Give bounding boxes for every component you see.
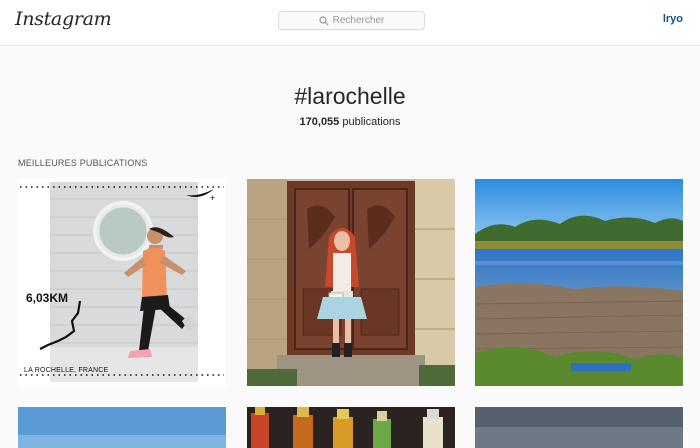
post-thumbnail-sky[interactable] — [18, 407, 226, 448]
svg-text:+: + — [210, 193, 215, 203]
instagram-logo[interactable]: Instagram — [15, 8, 112, 30]
hashtag-title: #larochelle — [294, 83, 406, 109]
post-thumbnail-night[interactable] — [475, 407, 683, 448]
distance-overlay: 6,03KM — [26, 291, 69, 305]
landscape-photo — [475, 179, 683, 386]
sky-photo — [18, 407, 226, 448]
search-placeholder: Rechercher — [332, 15, 385, 26]
night-photo — [475, 407, 683, 448]
post-thumbnail-bottles[interactable] — [247, 407, 455, 448]
door-photo — [247, 179, 455, 386]
bottles-photo — [247, 407, 455, 448]
search-icon — [319, 15, 329, 25]
location-overlay: LA ROCHELLE, FRANCE — [24, 367, 109, 374]
post-thumbnail-landscape[interactable] — [475, 179, 683, 386]
post-count-number: 170,055 — [299, 116, 340, 128]
post-thumbnail-runner[interactable]: + 6,03KM LA ROCHELLE, FRANCE — [18, 179, 226, 386]
search-input[interactable]: Rechercher — [278, 11, 425, 30]
top-navigation-bar: Instagram Rechercher lryo — [0, 0, 700, 46]
post-count: 170,055 publications — [0, 116, 700, 128]
runner-photo: + — [18, 179, 226, 386]
profile-link[interactable]: lryo — [663, 13, 683, 25]
post-thumbnail-door[interactable] — [247, 179, 455, 386]
post-count-label: publications — [342, 116, 401, 128]
section-title: MEILLEURES PUBLICATIONS — [18, 158, 148, 168]
